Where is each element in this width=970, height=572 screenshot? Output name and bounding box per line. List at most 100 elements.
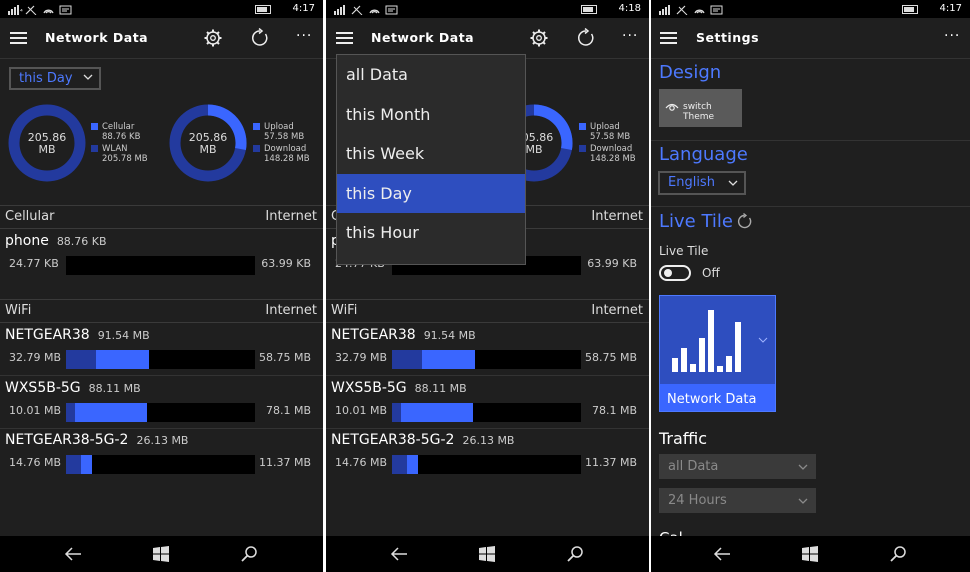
donut-center-unit: MB [38, 143, 55, 156]
legend-swatch [91, 123, 98, 130]
refresh-icon[interactable] [736, 213, 753, 230]
language-select[interactable]: English [658, 171, 746, 195]
chevron-down-icon [798, 498, 808, 504]
legend-download-label: Download [590, 144, 633, 154]
donut-center-unit: MB [199, 143, 216, 156]
legend-download-value: 148.28 MB [264, 154, 310, 164]
row-download: 11.37 MB [584, 456, 637, 469]
legend-swatch [579, 145, 586, 152]
legend-upload-value: 57.58 MB [590, 132, 631, 142]
row-download: 63.99 KB [261, 257, 311, 270]
svg-text:⁴: ⁴ [20, 8, 23, 15]
settings-gear-icon[interactable] [203, 28, 223, 48]
donut-cellular-legend: Cellular 88.76 KB WLAN 205.78 MB [91, 122, 148, 164]
live-tile-toggle[interactable] [659, 265, 691, 281]
back-arrow-icon[interactable] [64, 546, 82, 562]
system-nav-bar [0, 536, 323, 572]
hamburger-menu-icon[interactable] [336, 32, 353, 44]
live-tile-preview[interactable]: Network Data [659, 295, 776, 412]
legend-cellular-label: Cellular [102, 122, 135, 132]
download-segment [407, 455, 418, 474]
legend-upload-label: Upload [590, 122, 620, 132]
upload-segment [392, 403, 401, 422]
hamburger-menu-icon[interactable] [10, 32, 27, 44]
windows-start-icon[interactable] [801, 546, 819, 562]
legend-swatch [253, 123, 260, 130]
upload-segment [392, 455, 407, 474]
status-time: 4:18 [618, 3, 641, 14]
battery-icon [255, 5, 271, 14]
donut-direction-legend: Upload 57.58 MB Download 148.28 MB [579, 122, 636, 164]
section-header-wifi: WiFi Internet [0, 299, 323, 323]
row-name: NETGEAR38 [331, 327, 416, 343]
language-heading: Language [659, 144, 748, 165]
status-bar: 4:18 [326, 0, 649, 18]
windows-start-icon[interactable] [152, 546, 170, 562]
row-download: 58.75 MB [584, 351, 637, 364]
row-upload: 32.79 MB [335, 351, 388, 364]
traffic-select[interactable]: all Data [659, 454, 816, 479]
status-bar: 4:17 [651, 0, 970, 18]
screenshot-composite: ⁴ 4:17 Network Data ··· this Day 205.86 … [0, 0, 970, 572]
back-arrow-icon[interactable] [713, 546, 731, 562]
bar-chart-icon [672, 310, 741, 372]
more-options-icon[interactable]: ··· [622, 28, 638, 44]
list-item[interactable]: NETGEAR38 91.54 MB 32.79 MB 58.75 MB [0, 323, 323, 375]
menu-item-this-day[interactable]: this Day [337, 173, 525, 214]
hamburger-menu-icon[interactable] [660, 32, 677, 44]
status-bar: ⁴ 4:17 [0, 0, 323, 18]
traffic-range-value: 24 Hours [668, 493, 727, 508]
traffic-range-select[interactable]: 24 Hours [659, 488, 816, 513]
period-select[interactable]: this Day [9, 67, 101, 90]
windows-start-icon[interactable] [478, 546, 496, 562]
settings-gear-icon[interactable] [529, 28, 549, 48]
battery-icon [902, 5, 918, 14]
list-item[interactable]: WXS5B-5G 88.11 MB 10.01 MB 78.1 MB [326, 376, 649, 428]
usage-bar-track [66, 350, 255, 369]
row-name: NETGEAR38-5G-2 [331, 432, 455, 448]
system-nav-bar [651, 536, 970, 572]
download-segment [75, 403, 147, 422]
list-item[interactable]: NETGEAR38-5G-2 26.13 MB 14.76 MB 11.37 MB [0, 428, 323, 480]
section-internet-label: Internet [265, 303, 317, 318]
search-icon[interactable] [566, 546, 584, 562]
donut-direction-legend: Upload 57.58 MB Download 148.28 MB [253, 122, 310, 164]
legend-upload-label: Upload [264, 122, 294, 132]
list-item[interactable]: NETGEAR38-5G-2 26.13 MB 14.76 MB 11.37 MB [326, 428, 649, 480]
section-header-cellular: Cellular Internet [0, 205, 323, 229]
legend-swatch [253, 145, 260, 152]
row-total: 91.54 MB [423, 329, 476, 342]
menu-item-this-week[interactable]: this Week [337, 134, 525, 174]
list-item[interactable]: WXS5B-5G 88.11 MB 10.01 MB 78.1 MB [0, 376, 323, 428]
row-total: 26.13 MB [136, 434, 189, 447]
status-icons [659, 5, 723, 15]
row-upload: 14.76 MB [9, 456, 62, 469]
list-item[interactable]: phone 88.76 KB 24.77 KB 63.99 KB [0, 229, 323, 281]
app-bar: Network Data ··· [326, 18, 649, 59]
upload-segment [66, 350, 96, 369]
switch-theme-button[interactable]: switch Theme [659, 89, 742, 127]
more-options-icon[interactable]: ··· [296, 28, 312, 44]
traffic-select-value: all Data [668, 459, 719, 474]
search-icon[interactable] [240, 546, 258, 562]
toggle-knob [664, 269, 672, 277]
menu-item-this-hour[interactable]: this Hour [337, 213, 525, 253]
donut-center-unit: MB [525, 143, 542, 156]
usage-bar-track [66, 256, 255, 275]
chevron-down-icon [798, 464, 808, 470]
menu-item-all-data[interactable]: all Data [337, 55, 525, 95]
menu-item-this-month[interactable]: this Month [337, 95, 525, 135]
donut-upload-download: 205.86 MB [169, 104, 247, 182]
legend-wlan-value: 205.78 MB [102, 154, 148, 164]
list-item[interactable]: NETGEAR38 91.54 MB 32.79 MB 58.75 MB [326, 323, 649, 375]
more-options-icon[interactable]: ··· [944, 28, 960, 44]
section-header-wifi: WiFi Internet [326, 299, 649, 323]
row-total: 91.54 MB [97, 329, 150, 342]
download-segment [422, 350, 475, 369]
row-name: WXS5B-5G [331, 380, 407, 396]
back-arrow-icon[interactable] [390, 546, 408, 562]
refresh-icon[interactable] [250, 28, 270, 48]
status-icons [334, 5, 398, 15]
search-icon[interactable] [889, 546, 907, 562]
refresh-icon[interactable] [576, 28, 596, 48]
